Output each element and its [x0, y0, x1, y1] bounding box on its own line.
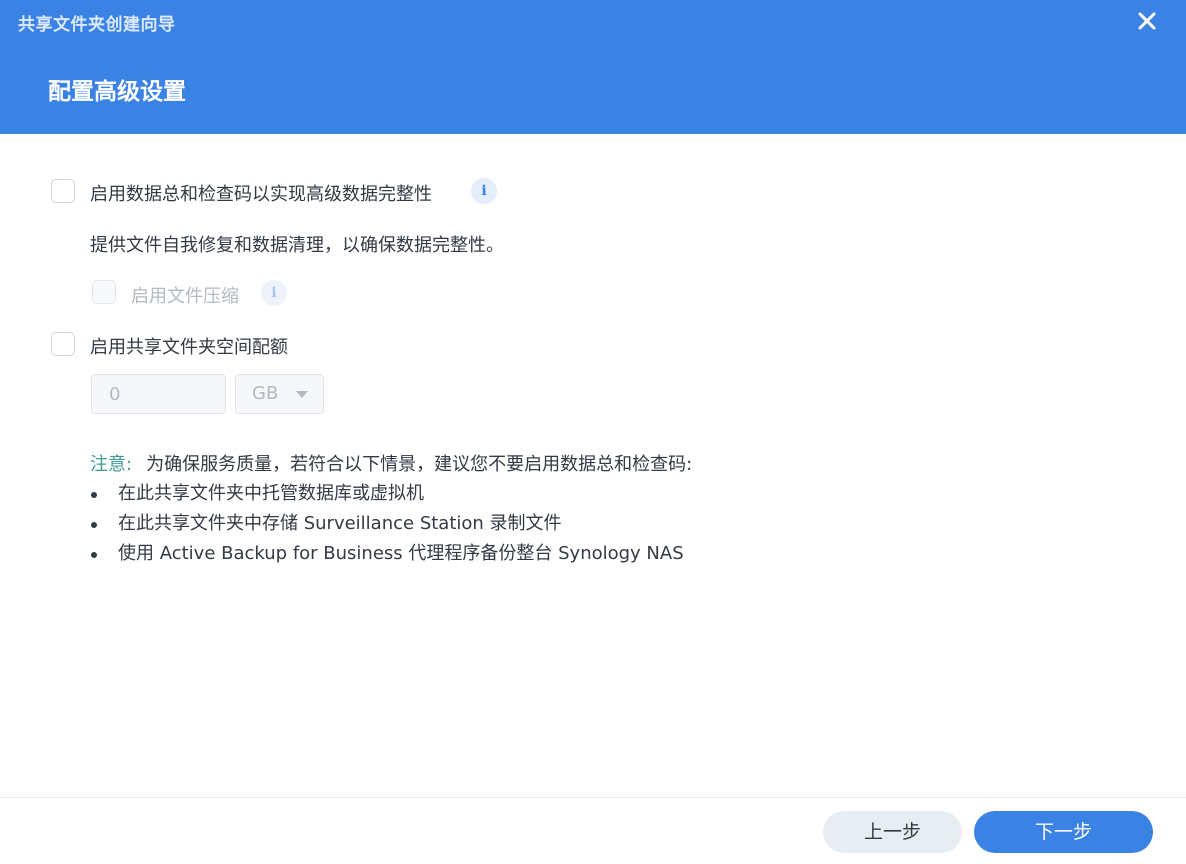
info-icon: i [271, 285, 277, 301]
quota-size-input[interactable] [91, 374, 226, 414]
close-button[interactable] [1132, 6, 1162, 36]
compression-label: 启用文件压缩 [131, 286, 239, 307]
list-item-text: 使用 Active Backup for Business 代理程序备份整台 S… [118, 543, 684, 564]
bullet-icon [91, 522, 97, 528]
list-item: 在此共享文件夹中托管数据库或虚拟机 [90, 479, 684, 509]
window-title: 共享文件夹创建向导 [18, 15, 176, 35]
note-list: 在此共享文件夹中托管数据库或虚拟机 在此共享文件夹中存储 Surveillanc… [90, 479, 684, 569]
info-icon: i [481, 183, 487, 199]
step-title: 配置高级设置 [48, 79, 186, 105]
checksum-info-button[interactable]: i [471, 178, 497, 204]
caret-down-icon [296, 391, 308, 398]
quota-unit-select[interactable]: GB [235, 374, 324, 414]
list-item-text: 在此共享文件夹中托管数据库或虚拟机 [118, 483, 424, 504]
quota-unit-value: GB [252, 383, 279, 404]
note-row: 注意: 为确保服务质量，若符合以下情景，建议您不要启用数据总和检查码: [90, 450, 692, 476]
next-button[interactable]: 下一步 [974, 811, 1153, 853]
dialog-header: 共享文件夹创建向导 配置高级设置 [0, 0, 1186, 134]
shared-folder-wizard-dialog: 共享文件夹创建向导 配置高级设置 启用数据总和检查码以实现高级数据完整性 i 提… [0, 0, 1186, 864]
previous-button[interactable]: 上一步 [823, 811, 962, 853]
note-label: 注意: [90, 454, 133, 475]
checksum-label[interactable]: 启用数据总和检查码以实现高级数据完整性 [90, 180, 432, 206]
quota-label[interactable]: 启用共享文件夹空间配额 [90, 333, 288, 359]
bullet-icon [91, 552, 97, 558]
checksum-checkbox[interactable] [51, 179, 75, 203]
compression-checkbox[interactable] [92, 280, 116, 304]
bullet-icon [91, 492, 97, 498]
list-item: 使用 Active Backup for Business 代理程序备份整台 S… [90, 539, 684, 569]
wizard-content: 启用数据总和检查码以实现高级数据完整性 i 提供文件自我修复和数据清理，以确保数… [0, 134, 1186, 797]
list-item: 在此共享文件夹中存储 Surveillance Station 录制文件 [90, 509, 684, 539]
dialog-footer: 上一步 下一步 [0, 797, 1186, 864]
list-item-text: 在此共享文件夹中存储 Surveillance Station 录制文件 [118, 513, 562, 534]
close-icon [1138, 12, 1156, 30]
checksum-description: 提供文件自我修复和数据清理，以确保数据完整性。 [90, 235, 504, 256]
quota-checkbox[interactable] [51, 332, 75, 356]
note-text: 为确保服务质量，若符合以下情景，建议您不要启用数据总和检查码: [146, 454, 693, 475]
compression-info-button[interactable]: i [261, 280, 287, 306]
